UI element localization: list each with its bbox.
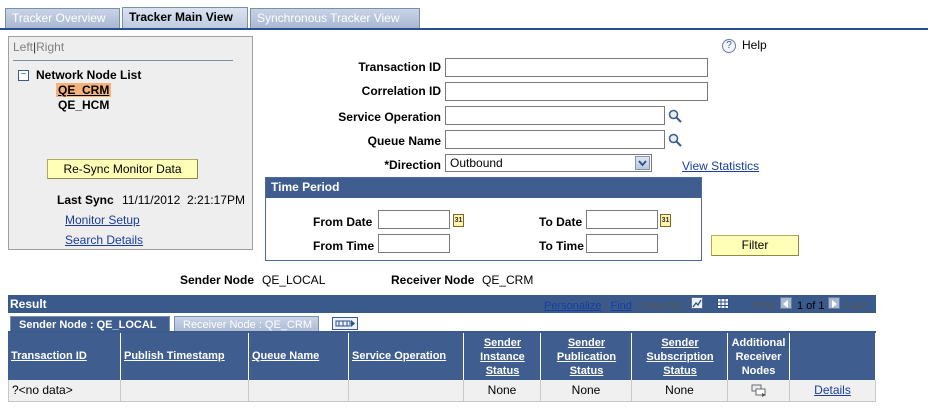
view-all-label[interactable]: View All xyxy=(641,300,679,312)
filter-button[interactable]: Filter xyxy=(711,235,799,256)
transaction-id-label: Transaction ID xyxy=(358,60,441,74)
receiver-node-value: QE_CRM xyxy=(482,273,534,287)
col-sender-subscription-status[interactable]: Sender Subscription Status xyxy=(632,333,728,380)
queue-name-input[interactable] xyxy=(445,130,665,149)
help-icon[interactable]: ? xyxy=(722,39,736,53)
help-link[interactable]: Help xyxy=(742,38,767,52)
right-link[interactable]: Right xyxy=(36,40,64,54)
pagination-text: 1 of 1 xyxy=(797,300,825,312)
show-all-columns-icon[interactable] xyxy=(332,317,358,330)
result-title: Result xyxy=(10,297,47,311)
col-publish-timestamp[interactable]: Publish Timestamp xyxy=(121,333,249,380)
queue-name-search-icon[interactable] xyxy=(668,133,682,147)
details-link[interactable]: Details xyxy=(814,383,851,397)
col-sender-publication-status[interactable]: Sender Publication Status xyxy=(541,333,632,380)
separator: | xyxy=(682,300,686,312)
to-time-label: To Time xyxy=(539,239,584,253)
receiver-node-label: Receiver Node xyxy=(391,273,475,287)
col-service-operation[interactable]: Service Operation xyxy=(349,333,464,380)
search-details-link[interactable]: Search Details xyxy=(65,233,143,247)
sender-node-value: QE_LOCAL xyxy=(262,273,326,287)
service-operation-label: Service Operation xyxy=(338,110,441,124)
tab-underline xyxy=(0,28,928,30)
to-date-label: To Date xyxy=(539,215,583,229)
cell-queue-name xyxy=(249,380,349,402)
col-sender-instance-status[interactable]: Sender Instance Status xyxy=(464,333,541,380)
personalize-link[interactable]: Personalize xyxy=(544,300,601,312)
cell-publish-timestamp xyxy=(121,380,249,402)
monitor-setup-link[interactable]: Monitor Setup xyxy=(65,213,140,227)
cell-sender-subscription-status: None xyxy=(632,380,728,402)
direction-select[interactable]: Outbound xyxy=(445,154,652,172)
last-label: Last xyxy=(845,300,866,312)
col-queue-name[interactable]: Queue Name xyxy=(249,333,349,380)
from-time-input[interactable] xyxy=(378,234,450,253)
time-period-group: Time Period From Date 31 To Date 31 From… xyxy=(265,177,702,261)
col-details xyxy=(790,333,876,380)
to-date-input[interactable] xyxy=(586,210,658,229)
collapse-icon[interactable]: − xyxy=(18,70,29,81)
queue-name-label: Queue Name xyxy=(367,134,441,148)
cell-service-operation xyxy=(349,380,464,402)
to-time-input[interactable] xyxy=(586,234,658,253)
tree-title: Network Node List xyxy=(36,68,142,82)
to-date-calendar-icon[interactable]: 31 xyxy=(660,214,671,227)
tab-synchronous-tracker-view[interactable]: Synchronous Tracker View xyxy=(250,8,420,28)
cell-transaction-id: ?<no data> xyxy=(8,380,121,402)
time-period-title: Time Period xyxy=(266,178,701,198)
view-statistics-link[interactable]: View Statistics xyxy=(682,159,759,173)
last-sync-value: 11/11/2012 2:21:17PM xyxy=(122,193,245,207)
grid-view-icon[interactable] xyxy=(717,298,729,309)
separator: | xyxy=(634,300,638,312)
find-link[interactable]: Find xyxy=(610,300,631,312)
from-date-input[interactable] xyxy=(378,210,450,229)
divider xyxy=(13,60,233,61)
correlation-id-label: Correlation ID xyxy=(361,84,441,98)
receiver-nodes-icon[interactable] xyxy=(751,384,767,397)
direction-label: *Direction xyxy=(384,158,441,172)
download-icon[interactable] xyxy=(691,297,703,309)
node-list-panel: Left|Right − Network Node List QE_CRM QE… xyxy=(8,36,253,250)
previous-page-icon[interactable] xyxy=(780,297,792,309)
chevron-down-icon[interactable] xyxy=(635,156,650,170)
grid-toolbar: Personalize | Find | View All | xyxy=(544,300,685,312)
tab-tracker-main-view[interactable]: Tracker Main View xyxy=(122,7,248,28)
left-link[interactable]: Left xyxy=(13,40,33,54)
correlation-id-input[interactable] xyxy=(445,82,708,101)
transaction-id-input[interactable] xyxy=(445,58,708,77)
cell-sender-publication-status: None xyxy=(541,380,632,402)
from-time-label: From Time xyxy=(313,239,375,253)
service-operation-search-icon[interactable] xyxy=(668,109,682,123)
from-date-label: From Date xyxy=(313,215,373,229)
from-date-calendar-icon[interactable]: 31 xyxy=(453,214,464,227)
cell-details: Details xyxy=(790,380,876,402)
panel-position-toggle: Left|Right xyxy=(13,40,64,54)
last-sync-label: Last Sync xyxy=(57,193,114,207)
direction-value: Outbound xyxy=(450,156,503,170)
sender-node-label: Sender Node xyxy=(180,273,255,287)
tab-tracker-overview[interactable]: Tracker Overview xyxy=(5,8,120,28)
cell-sender-instance-status: None xyxy=(464,380,541,402)
service-operation-input[interactable] xyxy=(445,106,665,125)
col-transaction-id[interactable]: Transaction ID xyxy=(8,333,121,380)
next-page-icon[interactable] xyxy=(828,297,840,309)
tree-node-qe-hcm[interactable]: QE_HCM xyxy=(58,98,109,112)
tree-node-qe-crm[interactable]: QE_CRM xyxy=(56,83,112,97)
result-grid-header: Result xyxy=(8,295,876,313)
resync-monitor-button[interactable]: Re-Sync Monitor Data xyxy=(47,159,198,179)
separator: | xyxy=(604,300,608,312)
col-additional-receiver-nodes: Additional Receiver Nodes xyxy=(728,333,790,380)
first-label: First xyxy=(753,300,775,312)
cell-additional-receiver-nodes xyxy=(728,380,790,402)
